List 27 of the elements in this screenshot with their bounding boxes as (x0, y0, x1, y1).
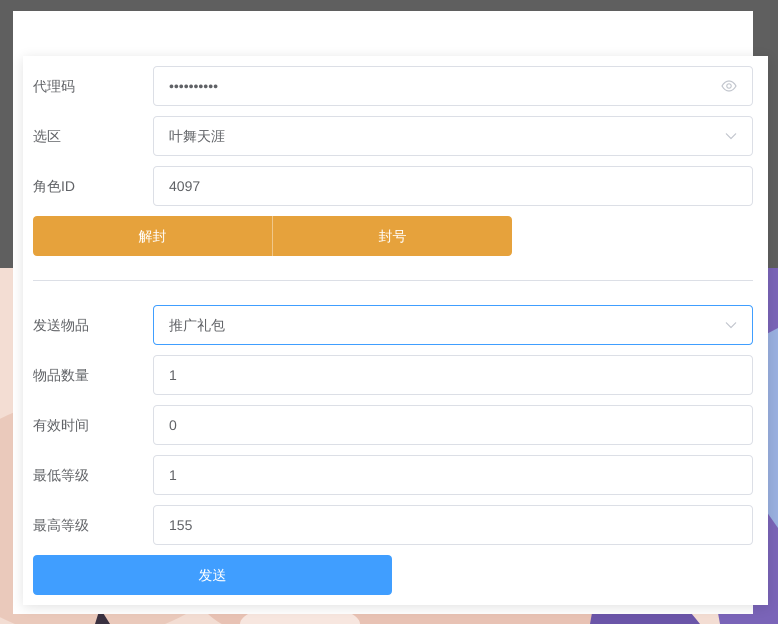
field-label: 最高等级 (33, 516, 90, 534)
eye-icon[interactable] (721, 80, 737, 92)
field-value: 1 (169, 466, 178, 484)
field-label: 物品数量 (33, 366, 90, 384)
field-label: 角色ID (33, 176, 76, 196)
field-value: 推广礼包 (169, 316, 226, 334)
field-label: 有效时间 (33, 416, 90, 434)
field-label: 选区 (33, 126, 62, 146)
field-value: 155 (169, 516, 194, 534)
field-value: •••••••••• (169, 76, 220, 96)
input-field[interactable]: 1 (153, 355, 753, 395)
input-field[interactable]: 1 (153, 455, 753, 495)
field-value: 1 (169, 366, 178, 384)
input-field[interactable]: 0 (153, 405, 753, 445)
input-field[interactable]: 4097 (153, 166, 753, 206)
chevron-down-icon (725, 321, 737, 329)
field-value: 0 (169, 416, 178, 434)
field-label: 代理码 (33, 76, 76, 96)
input-field[interactable]: •••••••••• (153, 66, 753, 106)
field-value: 4097 (169, 176, 202, 196)
field-label: 发送物品 (33, 316, 90, 334)
chevron-down-icon (725, 132, 737, 140)
select-field[interactable]: 叶舞天涯 (153, 116, 753, 156)
field-label: 最低等级 (33, 466, 90, 484)
input-field[interactable]: 155 (153, 505, 753, 545)
select-field[interactable]: 推广礼包 (153, 305, 753, 345)
field-value: 叶舞天涯 (169, 126, 226, 146)
